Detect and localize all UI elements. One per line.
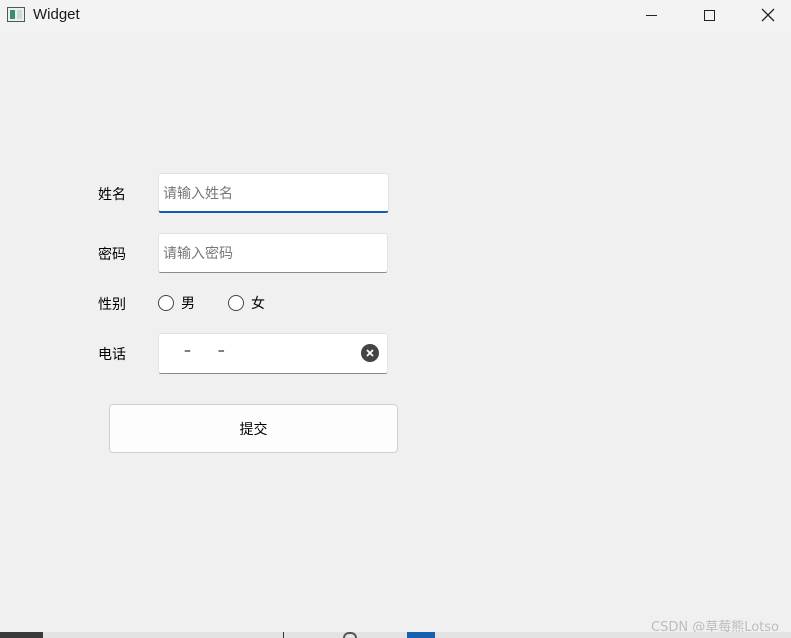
phone-input[interactable]: – –	[158, 333, 388, 374]
radio-male-label: 男	[181, 296, 195, 312]
gender-label: 性别	[98, 297, 126, 313]
name-placeholder: 请输入姓名	[163, 185, 233, 202]
radio-circle[interactable]	[228, 295, 244, 311]
radio-circle[interactable]	[158, 295, 174, 311]
radio-male[interactable]: 男	[158, 293, 195, 313]
phone-mask: – –	[184, 343, 225, 359]
maximize-icon	[703, 9, 715, 21]
password-input[interactable]: 请输入密码	[158, 233, 388, 273]
name-label: 姓名	[98, 187, 126, 203]
maximize-button[interactable]	[686, 0, 732, 30]
close-button[interactable]	[745, 0, 791, 30]
minimize-button[interactable]	[628, 0, 674, 30]
phone-label: 电话	[98, 347, 126, 363]
close-icon	[761, 8, 775, 22]
name-input[interactable]: 请输入姓名	[158, 173, 389, 213]
taskbar-start[interactable]	[0, 632, 43, 638]
taskbar-divider	[283, 632, 284, 638]
title-bar: Widget	[0, 0, 791, 32]
app-window-icon	[7, 7, 25, 22]
radio-female[interactable]: 女	[228, 293, 265, 313]
radio-female-label: 女	[251, 296, 265, 312]
submit-button[interactable]: 提交	[109, 404, 398, 453]
taskbar-strip	[0, 632, 791, 638]
password-label: 密码	[98, 247, 126, 263]
clear-circle-icon	[366, 349, 374, 357]
window-title: Widget	[33, 6, 80, 23]
clear-button[interactable]	[361, 344, 379, 362]
taskbar-search-icon[interactable]	[343, 632, 357, 638]
taskbar-app[interactable]	[407, 632, 435, 638]
minimize-icon	[645, 14, 657, 16]
password-placeholder: 请输入密码	[163, 246, 233, 262]
